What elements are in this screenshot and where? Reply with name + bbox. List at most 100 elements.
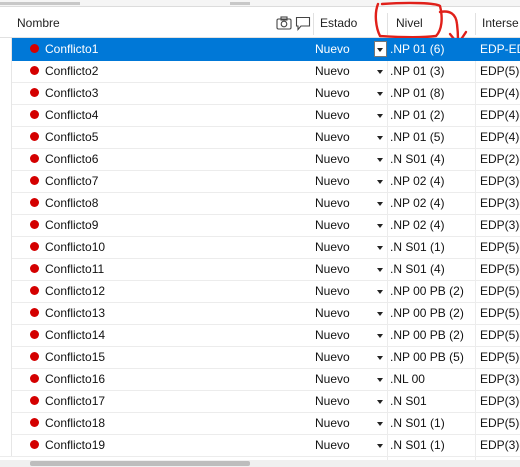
status-value: Nuevo bbox=[315, 240, 350, 254]
table-row[interactable]: Conflicto5 Nuevo .NP 01 (5) EDP(4)- bbox=[0, 126, 520, 149]
row-gutter bbox=[0, 192, 12, 214]
header-intersect[interactable]: Interse bbox=[482, 10, 519, 37]
status-dropdown[interactable] bbox=[374, 305, 387, 321]
status-dot-icon bbox=[30, 374, 39, 383]
status-dot-icon bbox=[30, 66, 39, 75]
intersection-value: EDP(3)- bbox=[480, 218, 520, 232]
status-dot-icon bbox=[30, 132, 39, 141]
horizontal-scrollbar[interactable] bbox=[0, 460, 520, 467]
table-row[interactable]: Conflicto14 Nuevo .NP 00 PB (2) EDP(5)- bbox=[0, 324, 520, 347]
status-value: Nuevo bbox=[315, 262, 350, 276]
table-row[interactable]: Conflicto10 Nuevo .N S01 (1) EDP(5)- bbox=[0, 236, 520, 259]
intersection-value: EDP(3)- bbox=[480, 394, 520, 408]
chevron-down-icon bbox=[377, 378, 383, 382]
level-value: .NP 00 PB (5) bbox=[390, 350, 464, 364]
conflict-name: Conflicto4 bbox=[45, 108, 99, 122]
chevron-down-icon bbox=[377, 136, 383, 140]
comment-icon[interactable] bbox=[295, 16, 311, 34]
header-separator[interactable] bbox=[475, 13, 476, 35]
table-row[interactable]: Conflicto8 Nuevo .NP 02 (4) EDP(3)- bbox=[0, 192, 520, 215]
status-dropdown[interactable] bbox=[374, 327, 387, 343]
table-row[interactable]: Conflicto3 Nuevo .NP 01 (8) EDP(4)- bbox=[0, 82, 520, 105]
status-value: Nuevo bbox=[315, 372, 350, 386]
camera-icon[interactable] bbox=[276, 16, 292, 33]
status-dropdown[interactable] bbox=[374, 107, 387, 123]
row-gutter bbox=[0, 104, 12, 126]
conflict-name: Conflicto10 bbox=[45, 240, 106, 254]
intersection-value: EDP(5)- bbox=[480, 240, 520, 254]
table-row[interactable]: Conflicto11 Nuevo .N S01 (4) EDP(5)- bbox=[0, 258, 520, 281]
header-separator[interactable] bbox=[313, 13, 314, 35]
chevron-down-icon bbox=[377, 158, 383, 162]
row-gutter bbox=[0, 302, 12, 324]
status-value: Nuevo bbox=[315, 416, 350, 430]
intersection-value: EDP(5)- bbox=[480, 306, 520, 320]
status-dropdown[interactable] bbox=[374, 217, 387, 233]
status-dropdown[interactable] bbox=[374, 415, 387, 431]
table-row[interactable]: Conflicto7 Nuevo .NP 02 (4) EDP(3)- bbox=[0, 170, 520, 193]
status-dot-icon bbox=[30, 88, 39, 97]
status-dot-icon bbox=[30, 242, 39, 251]
level-value: .NP 00 PB (2) bbox=[390, 284, 464, 298]
conflict-name: Conflicto8 bbox=[45, 196, 99, 210]
table-row[interactable]: Conflicto13 Nuevo .NP 00 PB (2) EDP(5)- bbox=[0, 302, 520, 325]
chevron-down-icon bbox=[377, 246, 383, 250]
header-separator[interactable] bbox=[387, 13, 388, 35]
level-value: .N S01 (1) bbox=[390, 416, 445, 430]
status-dropdown[interactable] bbox=[374, 85, 387, 101]
table-row[interactable]: Conflicto18 Nuevo .N S01 (1) EDP(5)- bbox=[0, 412, 520, 435]
row-gutter bbox=[0, 280, 12, 302]
status-dropdown[interactable] bbox=[374, 437, 387, 453]
status-dropdown[interactable] bbox=[374, 151, 387, 167]
table-row[interactable]: Conflicto17 Nuevo .N S01 EDP(3)- bbox=[0, 390, 520, 413]
status-dot-icon bbox=[30, 154, 39, 163]
status-dropdown[interactable] bbox=[374, 41, 387, 57]
status-value: Nuevo bbox=[315, 394, 350, 408]
status-dropdown[interactable] bbox=[374, 63, 387, 79]
chevron-down-icon bbox=[377, 180, 383, 184]
table-row[interactable]: Conflicto9 Nuevo .NP 02 (4) EDP(3)- bbox=[0, 214, 520, 237]
header-nombre[interactable]: Nombre bbox=[17, 10, 60, 37]
status-dropdown[interactable] bbox=[374, 173, 387, 189]
top-scrollbar-strip bbox=[0, 0, 520, 7]
status-dropdown[interactable] bbox=[374, 349, 387, 365]
top-scroll-segment bbox=[0, 2, 80, 5]
conflict-name: Conflicto7 bbox=[45, 174, 99, 188]
intersection-value: EDP(5)- bbox=[480, 64, 520, 78]
status-dropdown[interactable] bbox=[374, 371, 387, 387]
table-row[interactable]: Conflicto12 Nuevo .NP 00 PB (2) EDP(5)- bbox=[0, 280, 520, 303]
header-nivel[interactable]: Nivel bbox=[396, 10, 423, 37]
row-gutter bbox=[0, 170, 12, 192]
chevron-down-icon bbox=[377, 70, 383, 74]
table-row[interactable]: Conflicto19 Nuevo .N S01 (1) EDP(3)- bbox=[0, 434, 520, 457]
table-row[interactable]: Conflicto6 Nuevo .N S01 (4) EDP(2)- bbox=[0, 148, 520, 171]
header-estado[interactable]: Estado bbox=[320, 10, 357, 37]
level-value: .NP 00 PB (2) bbox=[390, 306, 464, 320]
chevron-down-icon bbox=[377, 356, 383, 360]
scrollbar-thumb[interactable] bbox=[30, 461, 250, 466]
status-dropdown[interactable] bbox=[374, 261, 387, 277]
status-dropdown[interactable] bbox=[374, 239, 387, 255]
status-dot-icon bbox=[30, 440, 39, 449]
row-gutter bbox=[0, 148, 12, 170]
table-row[interactable]: Conflicto15 Nuevo .NP 00 PB (5) EDP(5)- bbox=[0, 346, 520, 369]
status-dropdown[interactable] bbox=[374, 283, 387, 299]
level-value: .NP 02 (4) bbox=[390, 174, 445, 188]
conflict-name: Conflicto17 bbox=[45, 394, 106, 408]
status-dropdown[interactable] bbox=[374, 195, 387, 211]
status-dropdown[interactable] bbox=[374, 393, 387, 409]
status-dropdown[interactable] bbox=[374, 129, 387, 145]
table-row[interactable]: Conflicto1 Nuevo .NP 01 (6) EDP-EDP bbox=[0, 38, 520, 61]
status-value: Nuevo bbox=[315, 284, 350, 298]
table-row[interactable]: Conflicto16 Nuevo .NL 00 EDP(3)- bbox=[0, 368, 520, 391]
row-gutter bbox=[0, 368, 12, 390]
conflict-name: Conflicto1 bbox=[45, 42, 99, 56]
table-row[interactable]: Conflicto4 Nuevo .NP 01 (2) EDP(4)- bbox=[0, 104, 520, 127]
status-dot-icon bbox=[30, 176, 39, 185]
chevron-down-icon bbox=[377, 92, 383, 96]
level-value: .N S01 (4) bbox=[390, 152, 445, 166]
table-row[interactable]: Conflicto2 Nuevo .NP 01 (3) EDP(5)- bbox=[0, 60, 520, 83]
conflict-name: Conflicto19 bbox=[45, 438, 106, 452]
row-gutter bbox=[0, 346, 12, 368]
status-value: Nuevo bbox=[315, 196, 350, 210]
